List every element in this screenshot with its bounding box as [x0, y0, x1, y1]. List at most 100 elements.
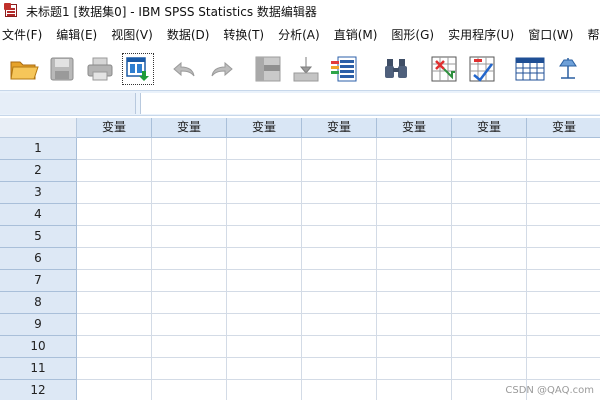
data-cell[interactable]: [377, 292, 452, 314]
data-cell[interactable]: [302, 138, 377, 160]
data-cell[interactable]: [452, 248, 527, 270]
data-cell[interactable]: [227, 248, 302, 270]
data-cell[interactable]: [77, 204, 152, 226]
menu-file[interactable]: 文件(F): [0, 22, 49, 48]
data-cell[interactable]: [527, 292, 600, 314]
split-file-button[interactable]: [514, 53, 546, 85]
data-cell[interactable]: [377, 270, 452, 292]
data-cell[interactable]: [152, 160, 227, 182]
data-cell[interactable]: [152, 182, 227, 204]
data-cell[interactable]: [77, 270, 152, 292]
data-cell[interactable]: [527, 226, 600, 248]
data-cell[interactable]: [377, 248, 452, 270]
column-header-4[interactable]: 变量: [302, 118, 377, 138]
data-cell[interactable]: [227, 204, 302, 226]
insert-variable-button[interactable]: [466, 53, 498, 85]
data-cell[interactable]: [77, 226, 152, 248]
column-header-3[interactable]: 变量: [227, 118, 302, 138]
row-header[interactable]: 7: [0, 270, 77, 292]
data-cell[interactable]: [302, 292, 377, 314]
column-header-5[interactable]: 变量: [377, 118, 452, 138]
data-cell[interactable]: [527, 358, 600, 380]
data-cell[interactable]: [377, 204, 452, 226]
data-cell[interactable]: [152, 380, 227, 400]
data-cell[interactable]: [452, 314, 527, 336]
data-cell[interactable]: [377, 358, 452, 380]
data-cell[interactable]: [452, 270, 527, 292]
column-header-2[interactable]: 变量: [152, 118, 227, 138]
data-cell[interactable]: [377, 226, 452, 248]
menu-utilities[interactable]: 实用程序(U): [441, 22, 521, 48]
menu-data[interactable]: 数据(D): [160, 22, 217, 48]
column-header-7[interactable]: 变量: [527, 118, 600, 138]
data-cell[interactable]: [227, 358, 302, 380]
data-cell[interactable]: [377, 314, 452, 336]
column-header-1[interactable]: 变量: [77, 118, 152, 138]
weight-cases-button[interactable]: [552, 53, 584, 85]
data-cell[interactable]: [227, 182, 302, 204]
menu-window[interactable]: 窗口(W): [521, 22, 580, 48]
data-cell[interactable]: [527, 160, 600, 182]
find-button[interactable]: [380, 53, 412, 85]
data-cell[interactable]: [152, 292, 227, 314]
variables-button[interactable]: [328, 53, 360, 85]
data-cell[interactable]: [77, 182, 152, 204]
data-cell[interactable]: [227, 314, 302, 336]
row-header[interactable]: 5: [0, 226, 77, 248]
goto-case-button[interactable]: [252, 53, 284, 85]
data-cell[interactable]: [452, 138, 527, 160]
goto-variable-button[interactable]: [290, 53, 322, 85]
data-cell[interactable]: [227, 226, 302, 248]
row-header[interactable]: 3: [0, 182, 77, 204]
redo-button[interactable]: [206, 53, 238, 85]
row-header[interactable]: 1: [0, 138, 77, 160]
data-cell[interactable]: [302, 226, 377, 248]
data-cell[interactable]: [452, 226, 527, 248]
data-cell[interactable]: [302, 380, 377, 400]
menu-view[interactable]: 视图(V): [104, 22, 160, 48]
data-cell[interactable]: [527, 204, 600, 226]
recall-dialog-button[interactable]: [122, 53, 154, 85]
data-cell[interactable]: [302, 270, 377, 292]
data-cell[interactable]: [377, 182, 452, 204]
insert-cases-button[interactable]: [428, 53, 460, 85]
data-cell[interactable]: [77, 314, 152, 336]
data-cell[interactable]: [302, 358, 377, 380]
grid-corner[interactable]: [0, 118, 77, 138]
data-cell[interactable]: [77, 358, 152, 380]
row-header[interactable]: 9: [0, 314, 77, 336]
data-cell[interactable]: [452, 160, 527, 182]
undo-button[interactable]: [168, 53, 200, 85]
save-button[interactable]: [46, 53, 78, 85]
data-cell[interactable]: [527, 336, 600, 358]
row-header[interactable]: 2: [0, 160, 77, 182]
menu-direct-marketing[interactable]: 直销(M): [327, 22, 385, 48]
data-cell[interactable]: [302, 336, 377, 358]
data-cell[interactable]: [302, 314, 377, 336]
cell-value-input[interactable]: [140, 93, 600, 114]
data-cell[interactable]: [227, 336, 302, 358]
data-cell[interactable]: [152, 138, 227, 160]
data-cell[interactable]: [377, 380, 452, 400]
data-cell[interactable]: [77, 380, 152, 400]
menu-help[interactable]: 帮: [580, 22, 600, 48]
data-cell[interactable]: [227, 292, 302, 314]
data-cell[interactable]: [452, 204, 527, 226]
spss-app-icon[interactable]: [4, 3, 20, 19]
data-cell[interactable]: [377, 160, 452, 182]
data-cell[interactable]: [77, 336, 152, 358]
data-cell[interactable]: [302, 160, 377, 182]
data-cell[interactable]: [77, 292, 152, 314]
data-cell[interactable]: [77, 248, 152, 270]
data-cell[interactable]: [452, 358, 527, 380]
data-cell[interactable]: [152, 314, 227, 336]
data-cell[interactable]: [227, 160, 302, 182]
data-cell[interactable]: [452, 292, 527, 314]
data-cell[interactable]: [302, 204, 377, 226]
data-cell[interactable]: [227, 380, 302, 400]
data-cell[interactable]: [227, 270, 302, 292]
menu-analyze[interactable]: 分析(A): [271, 22, 327, 48]
print-button[interactable]: [84, 53, 116, 85]
data-cell[interactable]: [77, 138, 152, 160]
cell-reference-box[interactable]: [0, 93, 136, 114]
